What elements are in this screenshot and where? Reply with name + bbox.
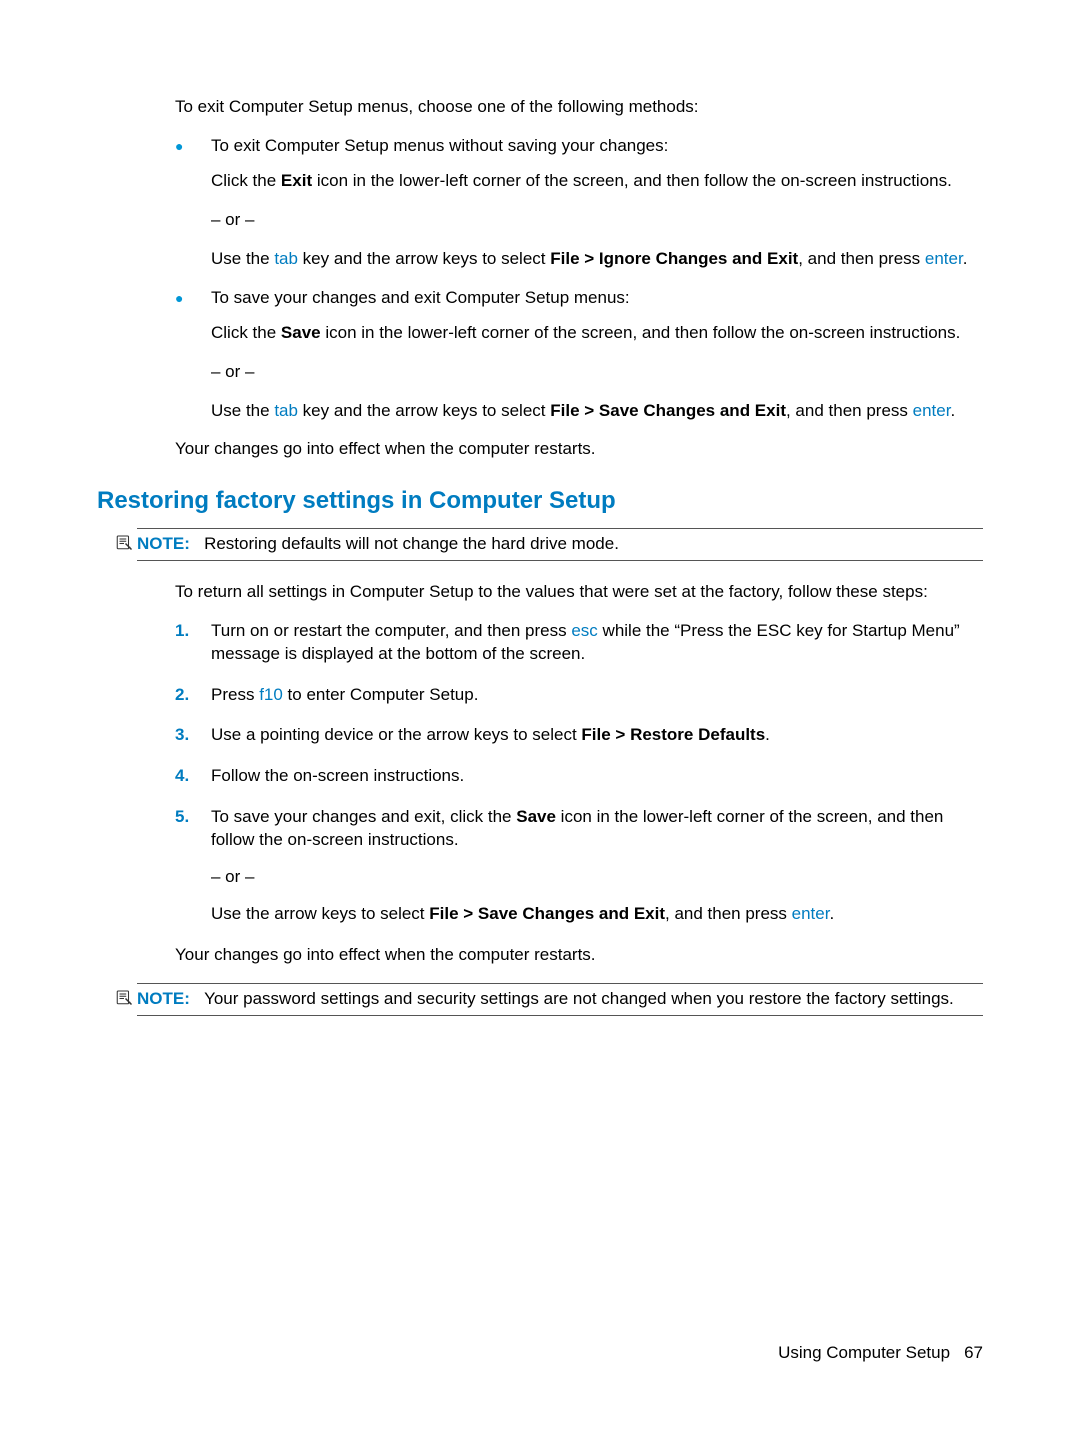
- save-method-item: To save your changes and exit Computer S…: [175, 287, 983, 423]
- bullet-lead: To exit Computer Setup menus without sav…: [211, 136, 668, 155]
- tab-key: tab: [274, 249, 298, 268]
- or-separator: – or –: [211, 361, 983, 384]
- note-text: Restoring defaults will not change the h…: [204, 534, 619, 553]
- bullet-sub: Click the Save icon in the lower-left co…: [211, 322, 983, 423]
- note-label: NOTE:: [137, 534, 190, 553]
- step-item: Use a pointing device or the arrow keys …: [175, 724, 983, 747]
- menu-path: File > Ignore Changes and Exit: [550, 249, 798, 268]
- keyboard-instruction: Use the tab key and the arrow keys to se…: [211, 400, 983, 423]
- exit-methods-list: To exit Computer Setup menus without sav…: [175, 135, 983, 423]
- note-icon: [115, 533, 133, 551]
- exit-method-item: To exit Computer Setup menus without sav…: [175, 135, 983, 271]
- restore-steps-list: Turn on or restart the computer, and the…: [175, 620, 983, 926]
- bullet-sub: Click the Exit icon in the lower-left co…: [211, 170, 983, 271]
- menu-path: File > Save Changes and Exit: [550, 401, 786, 420]
- f10-key: f10: [259, 685, 283, 704]
- page: To exit Computer Setup menus, choose one…: [0, 0, 1080, 1437]
- menu-path: File > Restore Defaults: [581, 725, 765, 744]
- click-instruction: Click the Exit icon in the lower-left co…: [211, 170, 983, 193]
- or-separator: – or –: [211, 866, 983, 889]
- restart-note: Your changes go into effect when the com…: [175, 944, 983, 967]
- step-item: To save your changes and exit, click the…: [175, 806, 983, 926]
- note-body: NOTE: Restoring defaults will not change…: [137, 533, 983, 556]
- or-separator: – or –: [211, 209, 983, 232]
- click-instruction: Click the Save icon in the lower-left co…: [211, 322, 983, 345]
- note-block: NOTE: Restoring defaults will not change…: [137, 528, 983, 561]
- step-sub: – or – Use the arrow keys to select File…: [211, 866, 983, 926]
- note-label: NOTE:: [137, 989, 190, 1008]
- section-heading-restoring: Restoring factory settings in Computer S…: [97, 485, 983, 517]
- note-text: Your password settings and security sett…: [204, 989, 954, 1008]
- tab-key: tab: [274, 401, 298, 420]
- note-block: NOTE: Your password settings and securit…: [137, 983, 983, 1016]
- save-icon-label: Save: [281, 323, 321, 342]
- step-item: Press f10 to enter Computer Setup.: [175, 684, 983, 707]
- enter-key: enter: [913, 401, 951, 420]
- save-icon-label: Save: [516, 807, 556, 826]
- keyboard-instruction: Use the arrow keys to select File > Save…: [211, 903, 983, 926]
- intro-paragraph: To exit Computer Setup menus, choose one…: [175, 96, 983, 119]
- footer-section: Using Computer Setup: [778, 1343, 950, 1362]
- page-number: 67: [964, 1343, 983, 1362]
- step-item: Follow the on-screen instructions.: [175, 765, 983, 788]
- step-item: Turn on or restart the computer, and the…: [175, 620, 983, 666]
- steps-intro: To return all settings in Computer Setup…: [175, 581, 983, 604]
- menu-path: File > Save Changes and Exit: [429, 904, 665, 923]
- exit-icon-label: Exit: [281, 171, 312, 190]
- bullet-lead: To save your changes and exit Computer S…: [211, 288, 630, 307]
- restart-note: Your changes go into effect when the com…: [175, 438, 983, 461]
- page-footer: Using Computer Setup 67: [778, 1342, 983, 1365]
- esc-key: esc: [571, 621, 597, 640]
- enter-key: enter: [925, 249, 963, 268]
- enter-key: enter: [792, 904, 830, 923]
- body-content: To exit Computer Setup menus, choose one…: [175, 96, 983, 461]
- note-body: NOTE: Your password settings and securit…: [137, 988, 983, 1011]
- note-icon: [115, 988, 133, 1006]
- steps-content: To return all settings in Computer Setup…: [175, 581, 983, 967]
- keyboard-instruction: Use the tab key and the arrow keys to se…: [211, 248, 983, 271]
